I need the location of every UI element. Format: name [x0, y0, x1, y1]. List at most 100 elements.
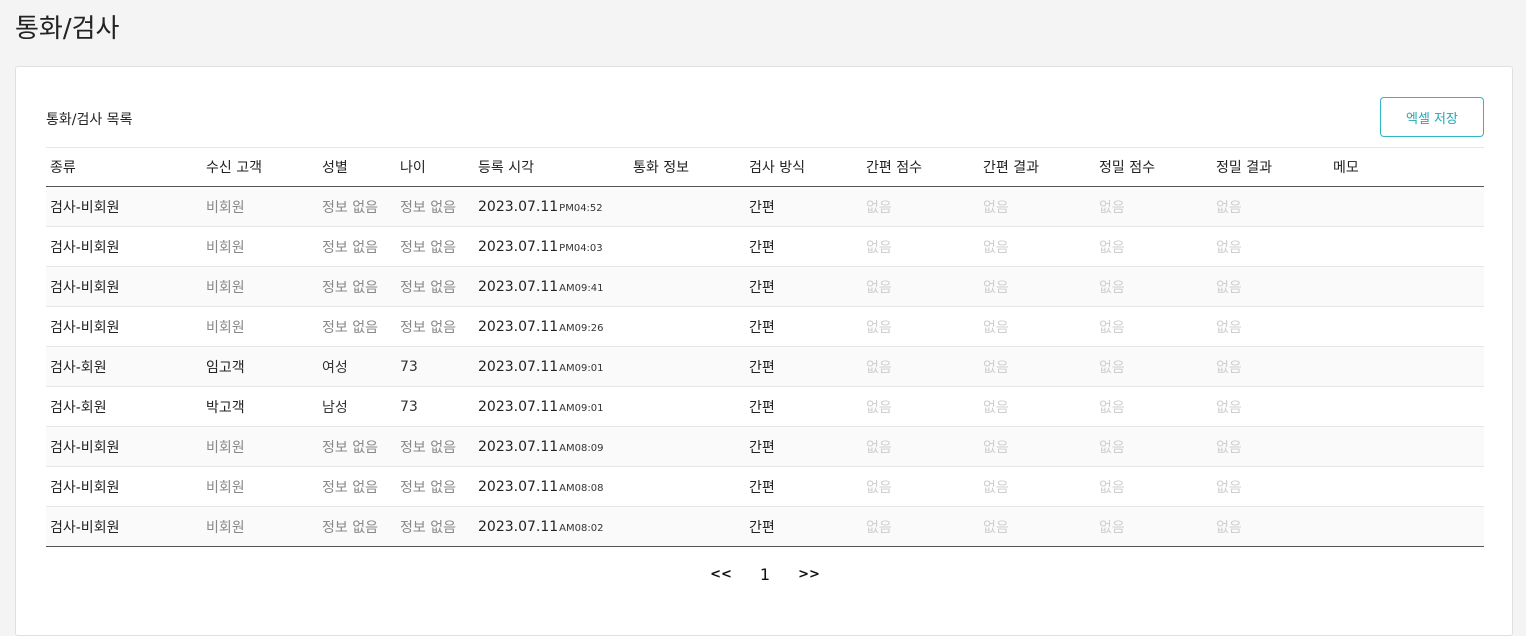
cell-memo — [1329, 507, 1484, 547]
table-row[interactable]: 검사-회원 박고객 남성 73 2023.07.11AM09:01 간편 없음 없음 없음 없음 — [46, 386, 1484, 427]
list-title: 통화/검사 목록 — [46, 112, 133, 128]
cell-simple-result: 없음 — [983, 279, 1009, 296]
table-row[interactable]: 검사-비회원 비회원 정보 없음 정보 없음 2023.07.11AM08:09 간편 없음… — [46, 426, 1484, 467]
cell-gender: 정보 없음 — [322, 319, 378, 336]
cell-test-method: 간편 — [749, 279, 775, 296]
registered-date: 2023.07.11 — [478, 478, 559, 495]
cell-registered-time: 2023.07.11AM09:26 — [474, 307, 629, 347]
table-row[interactable]: 검사-비회원 비회원 정보 없음 정보 없음 2023.07.11PM04:03 간편 없음… — [46, 226, 1484, 267]
cell-customer: 비회원 — [206, 319, 245, 336]
registered-date: 2023.07.11 — [478, 278, 559, 295]
cell-age: 73 — [400, 398, 418, 415]
column-header-memo: 메모 — [1333, 160, 1359, 176]
cell-test-method: 간편 — [749, 399, 775, 416]
cell-registered-time: 2023.07.11AM08:08 — [474, 467, 629, 507]
cell-simple-score: 없음 — [866, 319, 892, 336]
column-header-test-method: 검사 방식 — [749, 160, 805, 176]
cell-call-info — [629, 227, 745, 267]
cell-simple-score: 없음 — [866, 479, 892, 496]
cell-detail-result: 없음 — [1216, 439, 1242, 456]
cell-age: 정보 없음 — [400, 279, 456, 296]
table-row[interactable]: 검사-비회원 비회원 정보 없음 정보 없음 2023.07.11AM09:41 간편 없음… — [46, 266, 1484, 307]
column-header-type: 종류 — [50, 160, 76, 176]
cell-memo — [1329, 307, 1484, 347]
column-header-simple-result: 간편 결과 — [983, 160, 1039, 176]
column-header-registered-time: 등록 시각 — [478, 160, 534, 176]
cell-memo — [1329, 467, 1484, 507]
cell-customer: 비회원 — [206, 279, 245, 296]
cell-gender: 여성 — [322, 359, 348, 376]
cell-test-method: 간편 — [749, 479, 775, 496]
cell-call-info — [629, 387, 745, 427]
column-header-gender: 성별 — [322, 160, 348, 176]
cell-detail-result: 없음 — [1216, 319, 1242, 336]
cell-simple-score: 없음 — [866, 359, 892, 376]
excel-save-button[interactable]: 엑셀 저장 — [1380, 97, 1484, 137]
column-header-detail-score: 정밀 점수 — [1099, 160, 1155, 176]
cell-detail-result: 없음 — [1216, 359, 1242, 376]
cell-detail-result: 없음 — [1216, 239, 1242, 256]
cell-call-info — [629, 347, 745, 387]
table-row[interactable]: 검사-비회원 비회원 정보 없음 정보 없음 2023.07.11AM09:26 간편 없음… — [46, 306, 1484, 347]
cell-call-info — [629, 427, 745, 467]
cell-registered-time: 2023.07.11AM08:02 — [474, 507, 629, 547]
table-row[interactable]: 검사-비회원 비회원 정보 없음 정보 없음 2023.07.11AM08:02 간편 없음… — [46, 506, 1484, 547]
cell-gender: 정보 없음 — [322, 439, 378, 456]
cell-registered-time: 2023.07.11AM09:41 — [474, 267, 629, 307]
cell-detail-score: 없음 — [1099, 239, 1125, 256]
cell-simple-score: 없음 — [866, 519, 892, 536]
registered-clock-time: AM08:09 — [559, 442, 604, 454]
cell-type: 검사-비회원 — [50, 199, 120, 216]
cell-registered-time: 2023.07.11AM08:09 — [474, 427, 629, 467]
cell-call-info — [629, 467, 745, 507]
cell-simple-result: 없음 — [983, 439, 1009, 456]
cell-detail-score: 없음 — [1099, 199, 1125, 216]
table-row[interactable]: 검사-비회원 비회원 정보 없음 정보 없음 2023.07.11PM04:52 간편 없음… — [46, 186, 1484, 227]
cell-detail-score: 없음 — [1099, 519, 1125, 536]
cell-customer: 비회원 — [206, 519, 245, 536]
cell-simple-score: 없음 — [866, 199, 892, 216]
cell-type: 검사-비회원 — [50, 439, 120, 456]
cell-detail-score: 없음 — [1099, 399, 1125, 416]
page-title: 통화/검사 — [15, 14, 120, 44]
cell-customer: 비회원 — [206, 199, 245, 216]
pagination-page-1[interactable]: 1 — [742, 565, 788, 584]
cell-detail-result: 없음 — [1216, 519, 1242, 536]
registered-clock-time: AM09:41 — [559, 282, 604, 294]
cell-test-method: 간편 — [749, 519, 775, 536]
registered-date: 2023.07.11 — [478, 358, 559, 375]
cell-test-method: 간편 — [749, 199, 775, 216]
cell-memo — [1329, 427, 1484, 467]
cell-gender: 정보 없음 — [322, 239, 378, 256]
cell-age: 정보 없음 — [400, 519, 456, 536]
table-row[interactable]: 검사-회원 임고객 여성 73 2023.07.11AM09:01 간편 없음 없음 없음 없음 — [46, 346, 1484, 387]
cell-simple-result: 없음 — [983, 519, 1009, 536]
registered-date: 2023.07.11 — [478, 518, 559, 535]
cell-test-method: 간편 — [749, 359, 775, 376]
cell-age: 73 — [400, 358, 418, 375]
cell-simple-result: 없음 — [983, 399, 1009, 416]
cell-call-info — [629, 187, 745, 227]
cell-type: 검사-회원 — [50, 359, 107, 376]
cell-simple-score: 없음 — [866, 439, 892, 456]
table-body: 검사-비회원 비회원 정보 없음 정보 없음 2023.07.11PM04:52 간편 없음… — [46, 186, 1484, 547]
table-row[interactable]: 검사-비회원 비회원 정보 없음 정보 없음 2023.07.11AM08:08 간편 없음… — [46, 466, 1484, 507]
registered-date: 2023.07.11 — [478, 198, 559, 215]
cell-type: 검사-비회원 — [50, 479, 120, 496]
cell-type: 검사-비회원 — [50, 319, 120, 336]
cell-gender: 남성 — [322, 399, 348, 416]
cell-simple-result: 없음 — [983, 479, 1009, 496]
cell-type: 검사-비회원 — [50, 519, 120, 536]
cell-detail-score: 없음 — [1099, 479, 1125, 496]
registered-date: 2023.07.11 — [478, 398, 559, 415]
cell-simple-score: 없음 — [866, 279, 892, 296]
column-header-call-info: 통화 정보 — [633, 160, 689, 176]
cell-gender: 정보 없음 — [322, 199, 378, 216]
pagination-last-button[interactable]: >> — [788, 567, 830, 582]
pagination-first-button[interactable]: << — [700, 567, 742, 582]
registered-date: 2023.07.11 — [478, 318, 559, 335]
list-card: 통화/검사 목록 엑셀 저장 종류 수신 고객 성별 나이 등록 시각 통화 정… — [15, 66, 1513, 636]
cell-simple-result: 없음 — [983, 199, 1009, 216]
registered-clock-time: AM09:01 — [559, 362, 604, 374]
registered-clock-time: AM09:26 — [559, 322, 604, 334]
